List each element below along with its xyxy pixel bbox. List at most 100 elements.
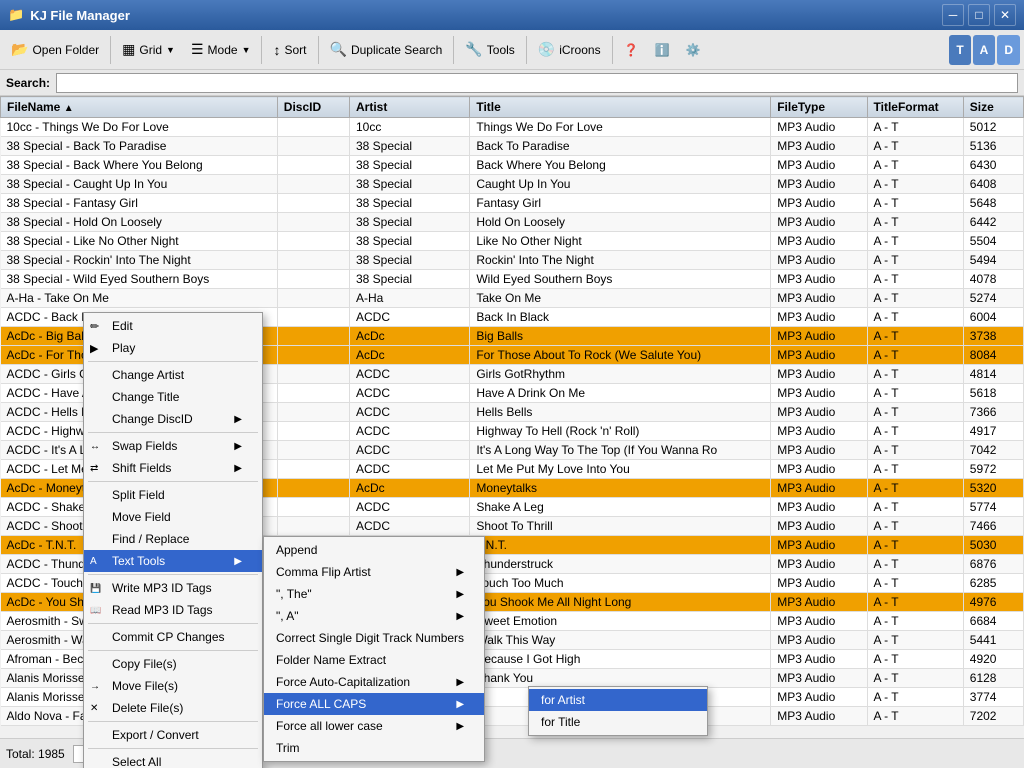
table-cell: A - T — [867, 232, 963, 251]
table-cell — [277, 137, 349, 156]
force-caps-title-label: for Title — [541, 715, 580, 729]
tt-append-label: Append — [276, 543, 317, 557]
ctx-sep-1 — [88, 361, 258, 362]
ctx-edit[interactable]: ✏ Edit — [84, 315, 262, 337]
table-cell: 5320 — [963, 479, 1023, 498]
ctx-find-replace[interactable]: Find / Replace — [84, 528, 262, 550]
col-header-discid[interactable]: DiscID — [277, 97, 349, 118]
ctx-change-title[interactable]: Change Title — [84, 386, 262, 408]
table-cell: A - T — [867, 384, 963, 403]
ctx-find-replace-label: Find / Replace — [112, 532, 189, 546]
info-button[interactable]: ℹ️ — [648, 35, 677, 65]
table-row[interactable]: 38 Special - Back To Paradise38 SpecialB… — [1, 137, 1024, 156]
ctx-move-field[interactable]: Move Field — [84, 506, 262, 528]
sort-button[interactable]: ↕ Sort — [266, 35, 313, 65]
ctx-swap-fields[interactable]: ↔ Swap Fields ▶ — [84, 435, 262, 457]
table-row[interactable]: 38 Special - Back Where You Belong38 Spe… — [1, 156, 1024, 175]
close-button[interactable]: ✕ — [994, 4, 1016, 26]
ctx-change-discid[interactable]: Change DiscID ▶ — [84, 408, 262, 430]
maximize-button[interactable]: □ — [968, 4, 990, 26]
col-header-titleformat[interactable]: TitleFormat — [867, 97, 963, 118]
ctx-write-mp3[interactable]: 💾 Write MP3 ID Tags — [84, 577, 262, 599]
tt-force-caps[interactable]: Force ALL CAPS ▶ — [264, 693, 484, 715]
search-input[interactable] — [56, 73, 1018, 93]
ctx-select-all[interactable]: Select All — [84, 751, 262, 768]
grid-button[interactable]: ▦ Grid ▼ — [115, 35, 182, 65]
table-cell: 38 Special - Wild Eyed Southern Boys — [1, 270, 278, 289]
tt-trim[interactable]: Trim — [264, 737, 484, 759]
table-cell: It's A Long Way To The Top (If You Wanna… — [470, 441, 771, 460]
force-caps-artist[interactable]: for Artist — [529, 689, 707, 711]
ctx-move-files[interactable]: → Move File(s) — [84, 675, 262, 697]
table-cell: T.N.T. — [470, 536, 771, 555]
table-cell: 6285 — [963, 574, 1023, 593]
table-cell: 5618 — [963, 384, 1023, 403]
duplicate-search-icon: 🔍 — [330, 41, 347, 58]
table-cell: 8084 — [963, 346, 1023, 365]
ctx-sep-2 — [88, 432, 258, 433]
grid-icon: ▦ — [122, 41, 135, 58]
ctx-delete-files[interactable]: ✕ Delete File(s) — [84, 697, 262, 719]
tt-comma-flip[interactable]: Comma Flip Artist ▶ — [264, 561, 484, 583]
minimize-button[interactable]: ─ — [942, 4, 964, 26]
icroons-button[interactable]: 💿 iCroons — [531, 35, 608, 65]
ctx-export-convert[interactable]: Export / Convert — [84, 724, 262, 746]
table-cell: Touch Too Much — [470, 574, 771, 593]
ctx-split-field[interactable]: Split Field — [84, 484, 262, 506]
ctx-shift-fields[interactable]: ⇄ Shift Fields ▶ — [84, 457, 262, 479]
tools-button[interactable]: 🔧 Tools — [458, 35, 521, 65]
table-cell: MP3 Audio — [771, 517, 867, 536]
help-button[interactable]: ❓ — [617, 35, 646, 65]
table-cell: 4917 — [963, 422, 1023, 441]
ctx-read-mp3[interactable]: 📖 Read MP3 ID Tags — [84, 599, 262, 621]
tt-folder-extract[interactable]: Folder Name Extract — [264, 649, 484, 671]
mode-label: Mode — [208, 43, 238, 57]
table-row[interactable]: 38 Special - Rockin' Into The Night38 Sp… — [1, 251, 1024, 270]
col-header-title[interactable]: Title — [470, 97, 771, 118]
write-mp3-icon: 💾 — [90, 583, 101, 594]
table-row[interactable]: A-Ha - Take On MeA-HaTake On MeMP3 Audio… — [1, 289, 1024, 308]
open-folder-button[interactable]: 📂 Open Folder — [4, 35, 106, 65]
force-caps-title[interactable]: for Title — [529, 711, 707, 733]
tt-correct-track[interactable]: Correct Single Digit Track Numbers — [264, 627, 484, 649]
ctx-play[interactable]: ▶ Play — [84, 337, 262, 359]
duplicate-search-button[interactable]: 🔍 Duplicate Search — [323, 35, 450, 65]
table-row[interactable]: 38 Special - Fantasy Girl38 SpecialFanta… — [1, 194, 1024, 213]
tt-the[interactable]: ", The" ▶ — [264, 583, 484, 605]
table-cell: 7366 — [963, 403, 1023, 422]
tt-force-auto-cap[interactable]: Force Auto-Capitalization ▶ — [264, 671, 484, 693]
tt-force-lower-label: Force all lower case — [276, 719, 383, 733]
table-cell: A - T — [867, 498, 963, 517]
tt-a[interactable]: ", A" ▶ — [264, 605, 484, 627]
tt-append[interactable]: Append — [264, 539, 484, 561]
tab-t-button[interactable]: T — [949, 35, 970, 65]
ctx-change-artist[interactable]: Change Artist — [84, 364, 262, 386]
table-row[interactable]: 38 Special - Hold On Loosely38 SpecialHo… — [1, 213, 1024, 232]
title-bar-controls[interactable]: ─ □ ✕ — [942, 4, 1016, 26]
ctx-copy-files-label: Copy File(s) — [112, 657, 177, 671]
table-cell: Rockin' Into The Night — [470, 251, 771, 270]
ctx-commit-cp[interactable]: Commit CP Changes — [84, 626, 262, 648]
toolbar-separator-5 — [526, 36, 527, 64]
col-header-size[interactable]: Size — [963, 97, 1023, 118]
table-cell: 38 Special - Like No Other Night — [1, 232, 278, 251]
table-row[interactable]: 10cc - Things We Do For Love10ccThings W… — [1, 118, 1024, 137]
toolbar-separator-1 — [110, 36, 111, 64]
col-header-filename[interactable]: FileName ▲ — [1, 97, 278, 118]
table-row[interactable]: 38 Special - Caught Up In You38 SpecialC… — [1, 175, 1024, 194]
table-row[interactable]: 38 Special - Wild Eyed Southern Boys38 S… — [1, 270, 1024, 289]
table-cell: Fantasy Girl — [470, 194, 771, 213]
table-cell: A - T — [867, 441, 963, 460]
settings-button[interactable]: ⚙️ — [678, 35, 707, 65]
table-row[interactable]: 38 Special - Like No Other Night38 Speci… — [1, 232, 1024, 251]
ctx-text-tools[interactable]: A Text Tools ▶ — [84, 550, 262, 572]
col-header-filetype[interactable]: FileType — [771, 97, 867, 118]
tab-d-button[interactable]: D — [997, 35, 1020, 65]
ctx-copy-files[interactable]: Copy File(s) — [84, 653, 262, 675]
mode-button[interactable]: ☰ Mode ▼ — [184, 35, 258, 65]
total-count: Total: 1985 — [6, 747, 65, 761]
tab-a-button[interactable]: A — [973, 35, 996, 65]
col-header-artist[interactable]: Artist — [350, 97, 470, 118]
tt-force-lower[interactable]: Force all lower case ▶ — [264, 715, 484, 737]
table-cell: 38 Special — [350, 175, 470, 194]
